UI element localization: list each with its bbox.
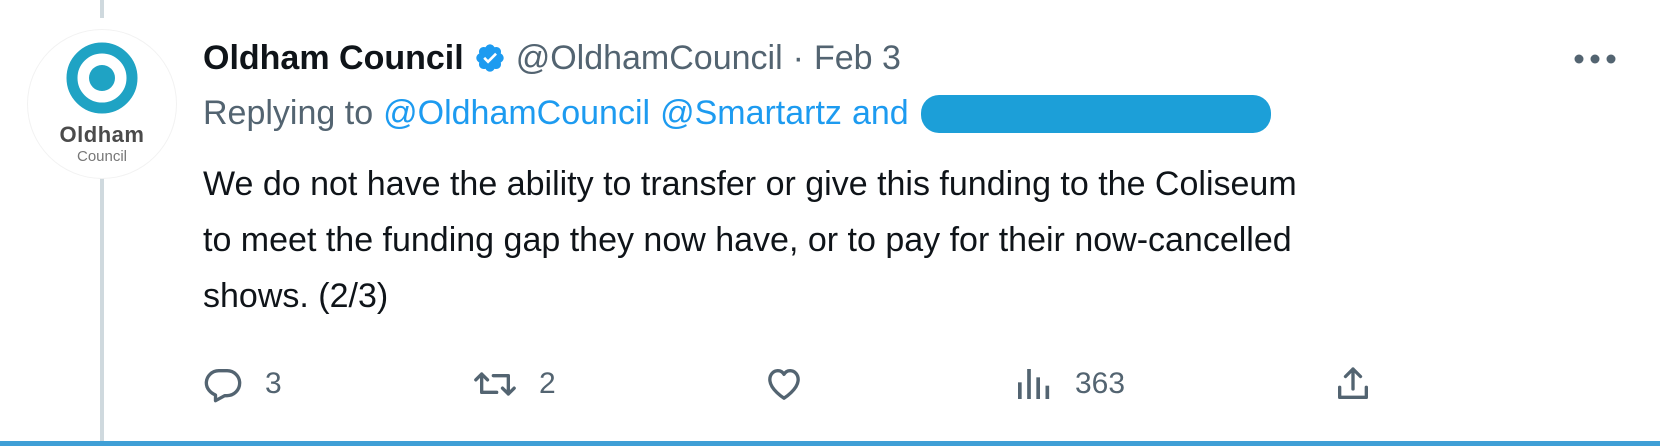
tweet-actions: 3 2 363 bbox=[203, 360, 1603, 408]
avatar[interactable]: Oldham Council bbox=[28, 30, 176, 178]
views-chart-icon bbox=[1018, 369, 1050, 399]
like-button[interactable] bbox=[763, 360, 827, 408]
share-button[interactable] bbox=[1333, 360, 1373, 408]
redacted-mention bbox=[920, 94, 1271, 133]
tweet-date[interactable]: Feb 3 bbox=[814, 39, 901, 78]
tweet-text-line: shows. (2/3) bbox=[203, 277, 389, 315]
bottom-border bbox=[0, 441, 1660, 446]
avatar-logo-word: Oldham bbox=[59, 122, 145, 147]
tweet-text: We do not have the ability to transfer o… bbox=[203, 156, 1583, 324]
mention-link[interactable]: @OldhamCouncil bbox=[383, 94, 650, 133]
heart-icon bbox=[768, 369, 800, 400]
views-button[interactable]: 363 bbox=[1013, 360, 1125, 408]
tweet-text-line: We do not have the ability to transfer o… bbox=[203, 165, 1297, 203]
share-icon bbox=[1338, 367, 1368, 399]
retweet-icon bbox=[474, 372, 516, 396]
tweet[interactable]: Oldham Council Oldham Council @OldhamCou… bbox=[0, 0, 1660, 446]
reply-button[interactable]: 3 bbox=[203, 360, 282, 408]
retweet-count: 2 bbox=[539, 367, 556, 400]
avatar-logo-sub: Council bbox=[76, 148, 128, 165]
user-handle[interactable]: @OldhamCouncil bbox=[516, 39, 783, 78]
mention-link[interactable]: @Smartartz bbox=[660, 94, 842, 133]
replying-prefix: Replying to bbox=[203, 94, 374, 132]
thread-line-bottom bbox=[100, 175, 104, 446]
header-separator: · bbox=[792, 38, 804, 77]
more-horizontal-icon[interactable] bbox=[1570, 44, 1620, 74]
replying-to: Replying to @OldhamCouncil @Smartartz an… bbox=[203, 94, 1271, 133]
tweet-text-line: to meet the funding gap they now have, o… bbox=[203, 221, 1292, 259]
reply-icon bbox=[204, 369, 242, 403]
tweet-header: Oldham Council @OldhamCouncil · Feb 3 bbox=[203, 36, 901, 80]
reply-count: 3 bbox=[265, 367, 282, 400]
oldham-logo-icon bbox=[66, 42, 138, 114]
verified-badge-icon[interactable] bbox=[474, 42, 506, 74]
thread-line-top bbox=[100, 0, 104, 18]
retweet-button[interactable]: 2 bbox=[473, 360, 556, 408]
replying-joiner[interactable]: and bbox=[852, 94, 909, 133]
views-count: 363 bbox=[1075, 367, 1126, 400]
display-name[interactable]: Oldham Council bbox=[203, 39, 464, 78]
